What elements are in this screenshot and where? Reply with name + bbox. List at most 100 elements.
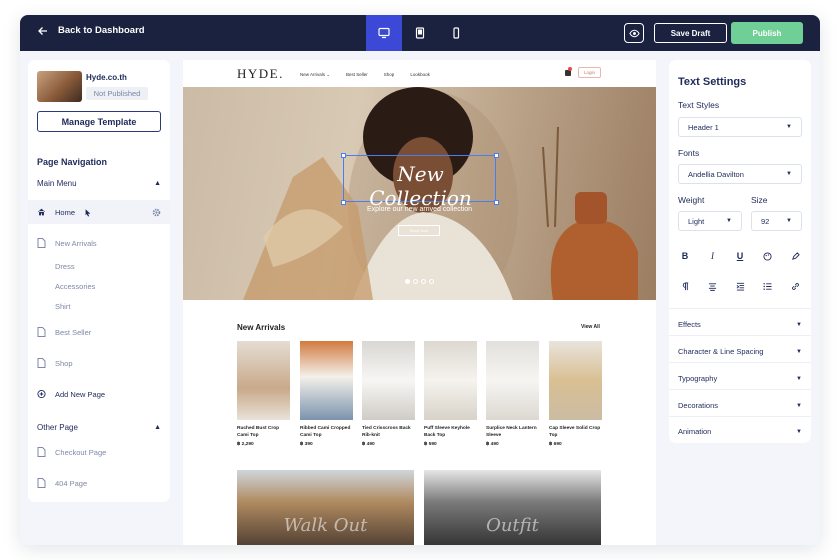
resize-handle[interactable] bbox=[494, 153, 499, 158]
product-card[interactable]: Tied Crisscross Back Rib-knit ฿ 490 bbox=[362, 341, 415, 447]
manage-template-button[interactable]: Manage Template bbox=[37, 111, 161, 132]
product-price: ฿ 490 bbox=[362, 442, 375, 447]
hero-subtitle[interactable]: Explore our new arrived collection bbox=[333, 206, 506, 213]
paragraph-button[interactable] bbox=[678, 279, 692, 293]
promo-banner[interactable]: Walk Out bbox=[237, 470, 414, 545]
link-button[interactable] bbox=[788, 279, 802, 293]
desktop-view-button[interactable] bbox=[366, 15, 402, 51]
color-palette-button[interactable] bbox=[761, 249, 775, 263]
site-menu-item[interactable]: New Arrivals ⌄ bbox=[300, 72, 330, 78]
nav-subitem-accessories[interactable]: Accessories bbox=[55, 282, 95, 291]
product-name: Ribbed Cami Cropped Cami Top bbox=[300, 426, 351, 438]
section-label: Animation bbox=[678, 427, 712, 436]
nav-subitem-shirt[interactable]: Shirt bbox=[55, 302, 70, 311]
nav-item-404[interactable]: 404 Page bbox=[37, 478, 87, 488]
size-select[interactable]: 92 ▼ bbox=[751, 211, 802, 231]
palette-icon bbox=[763, 251, 772, 261]
resize-handle[interactable] bbox=[341, 153, 346, 158]
resize-handle[interactable] bbox=[494, 200, 499, 205]
page-404-label: 404 Page bbox=[55, 478, 88, 488]
nav-item-new-arrivals[interactable]: New Arrivals bbox=[37, 238, 97, 248]
weight-select[interactable]: Light ▼ bbox=[678, 211, 742, 231]
text-styles-label: Text Styles bbox=[678, 100, 720, 110]
font-select[interactable]: Andellia Davilton ▼ bbox=[678, 164, 802, 184]
divider bbox=[669, 416, 811, 417]
carousel-dot[interactable] bbox=[429, 279, 434, 284]
page-navigation-heading: Page Navigation bbox=[37, 157, 108, 167]
product-name: Tied Crisscross Back Rib-knit bbox=[362, 426, 411, 438]
nav-item-checkout[interactable]: Checkout Page bbox=[37, 447, 106, 457]
section-label: Effects bbox=[678, 320, 701, 329]
page-canvas[interactable]: HYDE. New Arrivals ⌄ Best Seller Shop Lo… bbox=[183, 60, 656, 545]
other-page-toggle[interactable]: Other Page ▲ bbox=[37, 423, 161, 432]
promo-banner[interactable]: Outfit bbox=[424, 470, 601, 545]
editor-window: Back to Dashboard Save Draft Publish Hyd… bbox=[20, 15, 820, 545]
add-new-page-label: Add New Page bbox=[55, 389, 106, 399]
product-card[interactable]: Ribbed Cami Cropped Cami Top ฿ 390 bbox=[300, 341, 353, 447]
effects-section[interactable]: Effects ▼ bbox=[678, 320, 802, 329]
resize-handle[interactable] bbox=[341, 200, 346, 205]
site-logo[interactable]: HYDE. bbox=[237, 66, 284, 82]
product-image bbox=[424, 341, 477, 420]
format-toolbar: B I U bbox=[678, 249, 802, 263]
cursor-icon bbox=[85, 208, 91, 216]
main-menu-toggle[interactable]: Main Menu ▲ bbox=[37, 179, 161, 188]
page-navigation-panel: Hyde.co.th Not Published Manage Template… bbox=[28, 60, 170, 502]
add-new-page-button[interactable]: Add New Page bbox=[37, 389, 105, 399]
nav-item-best-seller[interactable]: Best Seller bbox=[37, 327, 91, 337]
device-switcher bbox=[366, 15, 474, 51]
site-menu-item[interactable]: Lookbook bbox=[410, 72, 430, 78]
bold-button[interactable]: B bbox=[678, 249, 692, 263]
product-price: ฿ 590 bbox=[424, 442, 437, 447]
list-button[interactable] bbox=[761, 279, 775, 293]
view-all-link[interactable]: View All bbox=[581, 324, 600, 330]
nav-subitem-dress[interactable]: Dress bbox=[55, 262, 75, 271]
shop-label: Shop bbox=[55, 358, 73, 368]
back-label: Back to Dashboard bbox=[58, 25, 145, 36]
font-value: Andellia Davilton bbox=[688, 169, 744, 179]
site-menu-item[interactable]: Best Seller bbox=[346, 72, 368, 78]
back-to-dashboard-link[interactable]: Back to Dashboard bbox=[38, 25, 145, 36]
shop-now-button[interactable]: Shop Now bbox=[398, 225, 440, 236]
preview-button[interactable] bbox=[624, 23, 644, 43]
decorations-section[interactable]: Decorations ▼ bbox=[678, 401, 802, 410]
highlight-button[interactable] bbox=[788, 249, 802, 263]
carousel-dot[interactable] bbox=[405, 279, 410, 284]
italic-button[interactable]: I bbox=[706, 249, 720, 263]
pilcrow-icon bbox=[682, 281, 688, 290]
paragraph-toolbar bbox=[678, 279, 802, 293]
product-image bbox=[486, 341, 539, 420]
mobile-view-button[interactable] bbox=[438, 15, 474, 51]
login-button[interactable]: Login bbox=[578, 67, 601, 78]
section-label: Decorations bbox=[678, 401, 719, 410]
product-card[interactable]: Cap Sleeve Solid Crop Top ฿ 690 bbox=[549, 341, 602, 447]
spacing-section[interactable]: Character & Line Spacing ▼ bbox=[678, 347, 802, 356]
tablet-view-button[interactable] bbox=[402, 15, 438, 51]
site-menu-item[interactable]: Shop bbox=[384, 72, 395, 78]
save-draft-button[interactable]: Save Draft bbox=[654, 23, 727, 43]
product-card[interactable]: Ruched Bust Crop Cami Top ฿ 2,290 bbox=[237, 341, 290, 447]
align-center-button[interactable] bbox=[706, 279, 720, 293]
typography-section[interactable]: Typography ▼ bbox=[678, 374, 802, 383]
text-style-select[interactable]: Header 1 ▼ bbox=[678, 117, 802, 137]
carousel-dot[interactable] bbox=[421, 279, 426, 284]
product-name: Ruched Bust Crop Cami Top bbox=[237, 426, 280, 438]
animation-section[interactable]: Animation ▼ bbox=[678, 427, 802, 436]
product-card[interactable]: Puff Sleeve Keyhole Back Top ฿ 590 bbox=[424, 341, 477, 447]
product-card[interactable]: Surplice Neck Lantern Sleeve ฿ 490 bbox=[486, 341, 539, 447]
underline-button[interactable]: U bbox=[733, 249, 747, 263]
section-title[interactable]: New Arrivals bbox=[237, 323, 285, 332]
nav-item-shop[interactable]: Shop bbox=[37, 358, 73, 368]
page-icon bbox=[37, 238, 46, 248]
indent-icon bbox=[736, 282, 744, 291]
gear-icon[interactable] bbox=[152, 208, 161, 217]
carousel-dot[interactable] bbox=[413, 279, 418, 284]
align-center-icon bbox=[708, 282, 717, 291]
hero-title[interactable]: New Collection bbox=[348, 162, 493, 210]
home-item[interactable]: Home bbox=[37, 207, 92, 217]
publish-button[interactable]: Publish bbox=[731, 22, 803, 44]
text-settings-panel: Text Settings Text Styles Header 1 ▼ Fon… bbox=[669, 60, 811, 443]
indent-button[interactable] bbox=[733, 279, 747, 293]
arrow-left-icon bbox=[38, 26, 47, 35]
plus-circle-icon bbox=[37, 389, 46, 399]
